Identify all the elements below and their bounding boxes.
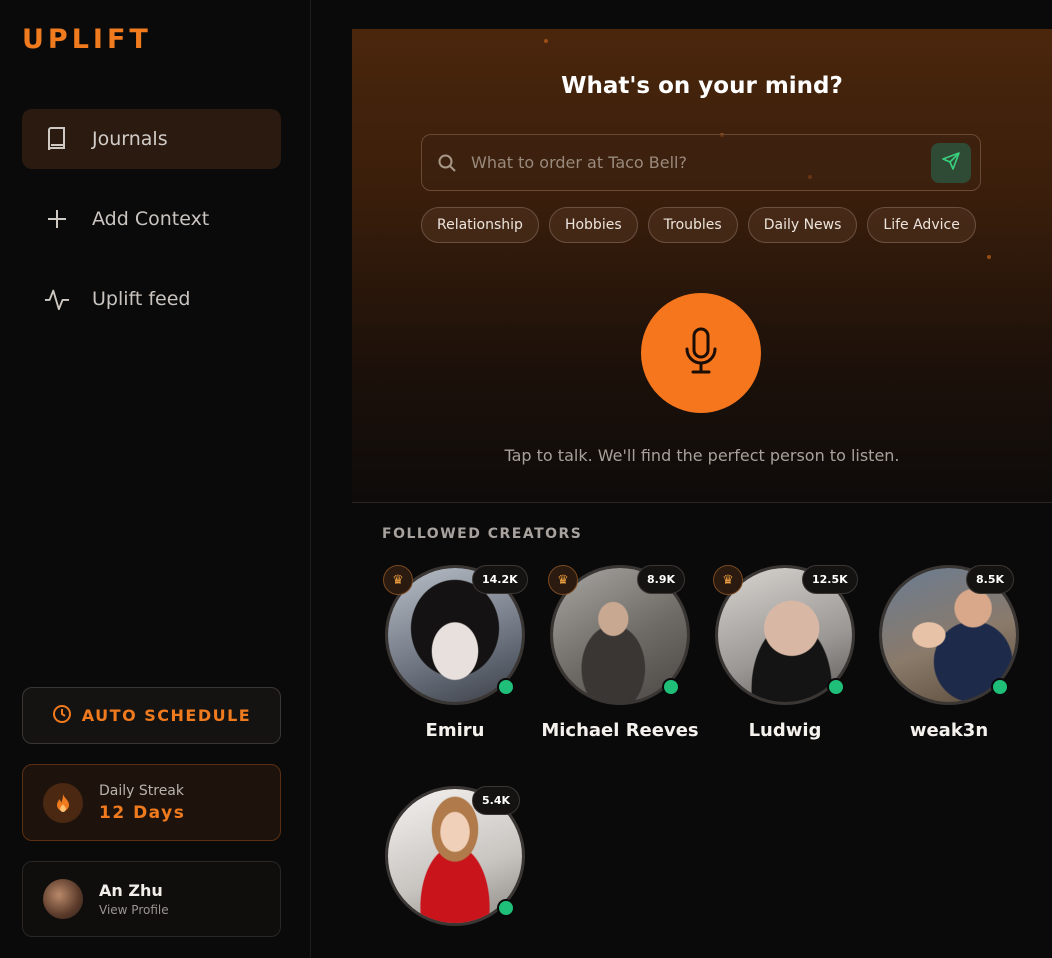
clock-icon	[52, 704, 72, 728]
sidebar-item-label: Add Context	[92, 208, 210, 230]
sidebar: UPLIFT Journals Add Context Uplift feed	[0, 0, 311, 958]
creator-name: Michael Reeves	[541, 720, 699, 741]
sidebar-item-uplift-feed[interactable]: Uplift feed	[22, 269, 281, 329]
follower-count: 14.2K	[472, 565, 528, 594]
decor-dot	[987, 255, 991, 259]
online-indicator	[497, 899, 515, 917]
profile-card[interactable]: An Zhu View Profile	[22, 861, 281, 937]
search-bar	[421, 134, 981, 191]
follower-count: 5.4K	[472, 786, 521, 815]
online-indicator	[991, 678, 1009, 696]
decor-dot	[544, 39, 548, 43]
profile-name: An Zhu	[99, 881, 163, 900]
streak-value: 12 Days	[99, 802, 186, 823]
crown-icon: ♛	[383, 565, 413, 595]
flame-icon	[43, 782, 83, 823]
follower-count: 12.5K	[802, 565, 858, 594]
chip-hobbies[interactable]: Hobbies	[548, 207, 638, 243]
chip-relationship[interactable]: Relationship	[421, 207, 539, 243]
sidebar-item-journals[interactable]: Journals	[22, 109, 281, 169]
search-input[interactable]	[471, 153, 931, 172]
creator-name: weak3n	[909, 720, 989, 741]
chip-troubles[interactable]: Troubles	[647, 207, 738, 243]
creator-name: Emiru	[425, 720, 485, 741]
sidebar-item-label: Journals	[92, 128, 168, 150]
chip-life-advice[interactable]: Life Advice	[867, 207, 976, 243]
creator-card[interactable]: 5.4K	[383, 786, 533, 958]
mic-button[interactable]	[641, 293, 761, 413]
creator-name: Ludwig	[748, 720, 822, 741]
sidebar-item-label: Uplift feed	[92, 288, 191, 310]
activity-icon	[44, 286, 70, 312]
hero-panel: What's on your mind? Relationship Hobbie…	[352, 29, 1052, 503]
send-button[interactable]	[931, 142, 971, 183]
follower-count: 8.5K	[966, 565, 1015, 594]
talk-hint: Tap to talk. We'll find the perfect pers…	[504, 446, 900, 465]
creator-card[interactable]: ♛ 14.2K Emiru	[383, 565, 533, 765]
app: UPLIFT Journals Add Context Uplift feed	[0, 0, 1052, 958]
online-indicator	[497, 678, 515, 696]
app-logo[interactable]: UPLIFT	[22, 24, 152, 55]
online-indicator	[827, 678, 845, 696]
follower-count: 8.9K	[637, 565, 686, 594]
crown-icon: ♛	[713, 565, 743, 595]
creator-card[interactable]: 8.5K weak3n	[877, 565, 1027, 765]
daily-streak-card: Daily Streak 12 Days	[22, 764, 281, 841]
chip-daily-news[interactable]: Daily News	[747, 207, 858, 243]
auto-schedule-button[interactable]: AUTO SCHEDULE	[22, 687, 281, 744]
search-icon	[437, 153, 457, 173]
view-profile-link[interactable]: View Profile	[99, 903, 169, 917]
sidebar-item-add-context[interactable]: Add Context	[22, 189, 281, 249]
send-icon	[942, 151, 960, 174]
plus-icon	[44, 206, 70, 232]
crown-icon: ♛	[548, 565, 578, 595]
creator-card[interactable]: ♛ 8.9K Michael Reeves	[541, 565, 699, 765]
microphone-icon	[681, 327, 721, 379]
avatar	[43, 879, 83, 919]
topic-chips: Relationship Hobbies Troubles Daily News…	[421, 207, 976, 243]
streak-label: Daily Streak	[99, 782, 184, 799]
creator-card[interactable]: ♛ 12.5K Ludwig	[713, 565, 863, 765]
auto-schedule-label: AUTO SCHEDULE	[81, 706, 252, 725]
book-icon	[44, 126, 70, 152]
followed-creators-title: FOLLOWED CREATORS	[382, 526, 583, 542]
hero-title: What's on your mind?	[561, 73, 843, 99]
online-indicator	[662, 678, 680, 696]
